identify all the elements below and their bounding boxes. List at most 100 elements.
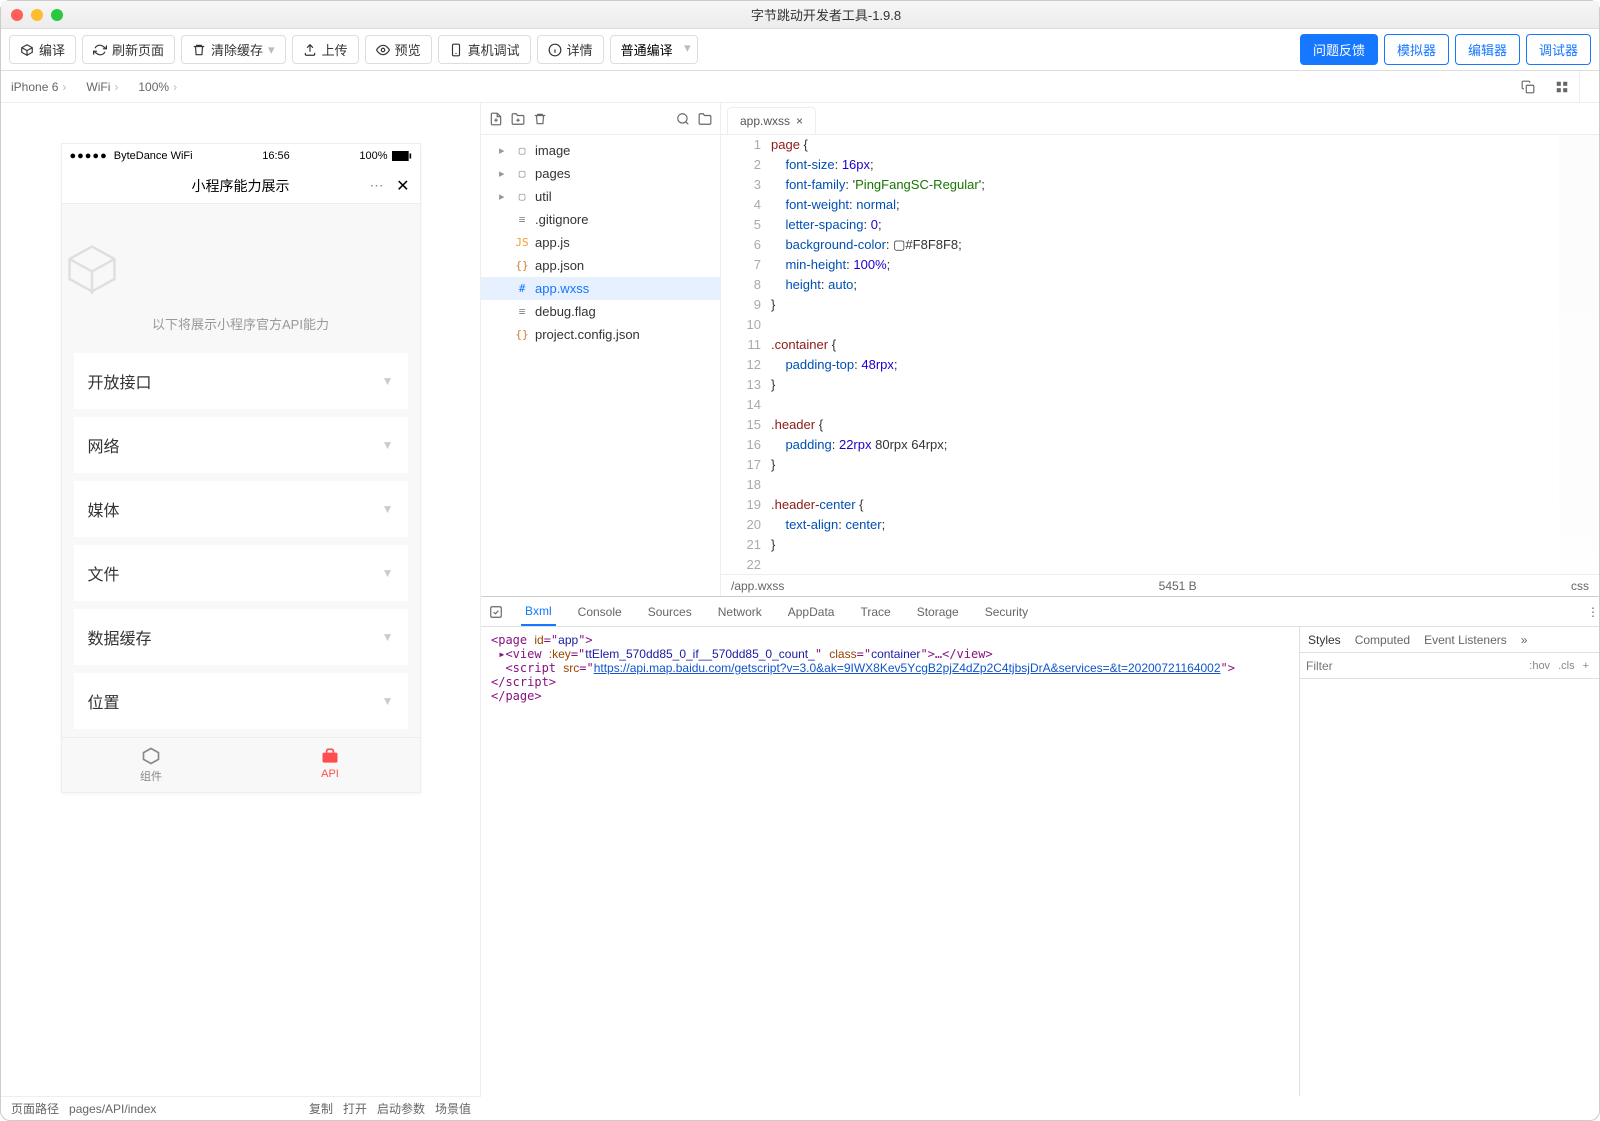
copy-icon bbox=[1521, 80, 1535, 94]
new-file-icon[interactable] bbox=[489, 112, 503, 126]
chevron-right-icon: ▸ bbox=[499, 167, 509, 180]
styles-tab[interactable]: Styles bbox=[1308, 633, 1341, 647]
code-content[interactable]: page { font-size: 16px; font-family: 'Pi… bbox=[771, 135, 1599, 574]
battery-pct: 100% bbox=[359, 150, 387, 162]
file-project-config[interactable]: {}project.config.json bbox=[481, 323, 720, 346]
phone-tab-api[interactable]: API bbox=[241, 738, 420, 792]
new-folder-icon[interactable] bbox=[511, 112, 525, 126]
computed-tab[interactable]: Computed bbox=[1355, 633, 1410, 647]
maximize-window-button[interactable] bbox=[51, 9, 63, 21]
devtools-tab-bxml[interactable]: Bxml bbox=[521, 598, 556, 626]
chevron-down-icon: ▾ bbox=[268, 42, 275, 58]
hov-toggle[interactable]: :hov bbox=[1525, 660, 1554, 672]
signal-icon: ●●●●● bbox=[70, 150, 108, 162]
close-tab-icon[interactable]: × bbox=[796, 114, 803, 128]
phone-menu-button[interactable]: ⋯ bbox=[370, 177, 384, 194]
folder-open-icon[interactable] bbox=[698, 112, 712, 126]
file-explorer: ▸▢image ▸▢pages ▸▢util ≡.gitignore JSapp… bbox=[481, 103, 721, 596]
chevron-down-icon: ▼ bbox=[382, 438, 394, 452]
remote-debug-button[interactable]: 真机调试 bbox=[438, 35, 531, 64]
file-app-json[interactable]: {}app.json bbox=[481, 254, 720, 277]
open-path-button[interactable]: 打开 bbox=[343, 1100, 367, 1117]
compile-mode-select[interactable]: 普通编译▾ bbox=[610, 35, 698, 64]
devtools-tab-storage[interactable]: Storage bbox=[913, 599, 963, 625]
file-debug-flag[interactable]: ≡debug.flag bbox=[481, 300, 720, 323]
event-listeners-tab[interactable]: Event Listeners bbox=[1424, 633, 1507, 647]
device-select[interactable]: iPhone 6› bbox=[1, 80, 76, 94]
more-tabs-icon[interactable]: » bbox=[1521, 633, 1528, 647]
folder-pages[interactable]: ▸▢pages bbox=[481, 162, 720, 185]
code-editor[interactable]: 1234567891011121314151617181920212223 pa… bbox=[721, 135, 1599, 574]
minimize-window-button[interactable] bbox=[31, 9, 43, 21]
file-app-js[interactable]: JSapp.js bbox=[481, 231, 720, 254]
inspect-icon[interactable] bbox=[489, 605, 503, 619]
window-title: 字节跳动开发者工具-1.9.8 bbox=[63, 5, 1589, 24]
cube-icon bbox=[62, 239, 122, 299]
carrier-label: ByteDance WiFi bbox=[114, 150, 193, 162]
upload-button[interactable]: 上传 bbox=[292, 35, 359, 64]
refresh-icon bbox=[93, 43, 107, 57]
styles-filter-input[interactable] bbox=[1306, 659, 1525, 673]
preview-button[interactable]: 预览 bbox=[365, 35, 432, 64]
devtools-tab-network[interactable]: Network bbox=[714, 599, 766, 625]
devtools-more-icon[interactable]: ⋮ bbox=[1587, 605, 1599, 619]
refresh-button[interactable]: 刷新页面 bbox=[82, 35, 175, 64]
network-select[interactable]: WiFi› bbox=[76, 80, 128, 94]
devtools-tab-console[interactable]: Console bbox=[574, 599, 626, 625]
close-window-button[interactable] bbox=[11, 9, 23, 21]
menu-item-media[interactable]: 媒体▼ bbox=[74, 481, 408, 537]
menu-item-open-api[interactable]: 开放接口▼ bbox=[74, 353, 408, 409]
upload-icon bbox=[303, 43, 317, 57]
details-button[interactable]: 详情 bbox=[537, 35, 604, 64]
phone-close-button[interactable]: ✕ bbox=[396, 176, 409, 196]
zoom-select[interactable]: 100%› bbox=[128, 80, 187, 94]
debugger-toggle-button[interactable]: 调试器 bbox=[1526, 34, 1591, 65]
file-app-wxss[interactable]: #app.wxss bbox=[481, 277, 720, 300]
devtools-tab-appdata[interactable]: AppData bbox=[784, 599, 839, 625]
json-icon: {} bbox=[515, 328, 529, 341]
folder-image[interactable]: ▸▢image bbox=[481, 139, 720, 162]
menu-item-network[interactable]: 网络▼ bbox=[74, 417, 408, 473]
phone-tab-component[interactable]: 组件 bbox=[62, 738, 241, 792]
devtools-tab-sources[interactable]: Sources bbox=[644, 599, 696, 625]
launch-params-button[interactable]: 启动参数 bbox=[377, 1100, 425, 1117]
add-rule-icon[interactable]: + bbox=[1579, 660, 1593, 672]
phone-simulator[interactable]: ●●●●● ByteDance WiFi 16:56 100% 小程序能力展示 … bbox=[61, 143, 421, 793]
search-icon[interactable] bbox=[676, 112, 690, 126]
compile-icon bbox=[20, 43, 34, 57]
copy-path-button[interactable]: 复制 bbox=[309, 1100, 333, 1117]
folder-icon: ▢ bbox=[515, 167, 529, 180]
copy-screenshot-button[interactable] bbox=[1511, 80, 1545, 94]
trash-icon bbox=[192, 43, 206, 57]
chevron-down-icon: ▼ bbox=[382, 502, 394, 516]
clear-cache-button[interactable]: 清除缓存▾ bbox=[181, 35, 286, 64]
file-icon: ≡ bbox=[515, 305, 529, 318]
chevron-down-icon: ▾ bbox=[684, 40, 691, 56]
cls-toggle[interactable]: .cls bbox=[1554, 660, 1579, 672]
dom-tree[interactable]: <page id="app"> ▸<view :key="ttElem_570d… bbox=[481, 627, 1299, 1096]
file-gitignore[interactable]: ≡.gitignore bbox=[481, 208, 720, 231]
menu-item-file[interactable]: 文件▼ bbox=[74, 545, 408, 601]
folder-util[interactable]: ▸▢util bbox=[481, 185, 720, 208]
battery-icon bbox=[392, 151, 412, 161]
devtools-tab-trace[interactable]: Trace bbox=[856, 599, 894, 625]
json-icon: {} bbox=[515, 259, 529, 272]
chevron-right-icon: ▸ bbox=[499, 144, 509, 157]
js-icon: JS bbox=[515, 236, 529, 249]
compile-button[interactable]: 编译 bbox=[9, 35, 76, 64]
editor-toggle-button[interactable]: 编辑器 bbox=[1455, 34, 1520, 65]
chevron-right-icon: › bbox=[173, 80, 177, 94]
feedback-button[interactable]: 问题反馈 bbox=[1300, 34, 1378, 65]
scene-value-button[interactable]: 场景值 bbox=[435, 1100, 471, 1117]
minimap[interactable] bbox=[1559, 135, 1599, 574]
delete-icon[interactable] bbox=[533, 112, 547, 126]
simulator-toggle-button[interactable]: 模拟器 bbox=[1384, 34, 1449, 65]
grid-icon-button[interactable] bbox=[1545, 80, 1579, 94]
menu-item-location[interactable]: 位置▼ bbox=[74, 673, 408, 729]
editor-tab[interactable]: app.wxss× bbox=[727, 107, 816, 134]
file-size: 5451 B bbox=[1159, 579, 1197, 593]
devtools-tab-security[interactable]: Security bbox=[981, 599, 1032, 625]
page-path-label: 页面路径 bbox=[11, 1100, 59, 1117]
phone-status-bar: ●●●●● ByteDance WiFi 16:56 100% bbox=[62, 144, 420, 168]
menu-item-storage[interactable]: 数据缓存▼ bbox=[74, 609, 408, 665]
